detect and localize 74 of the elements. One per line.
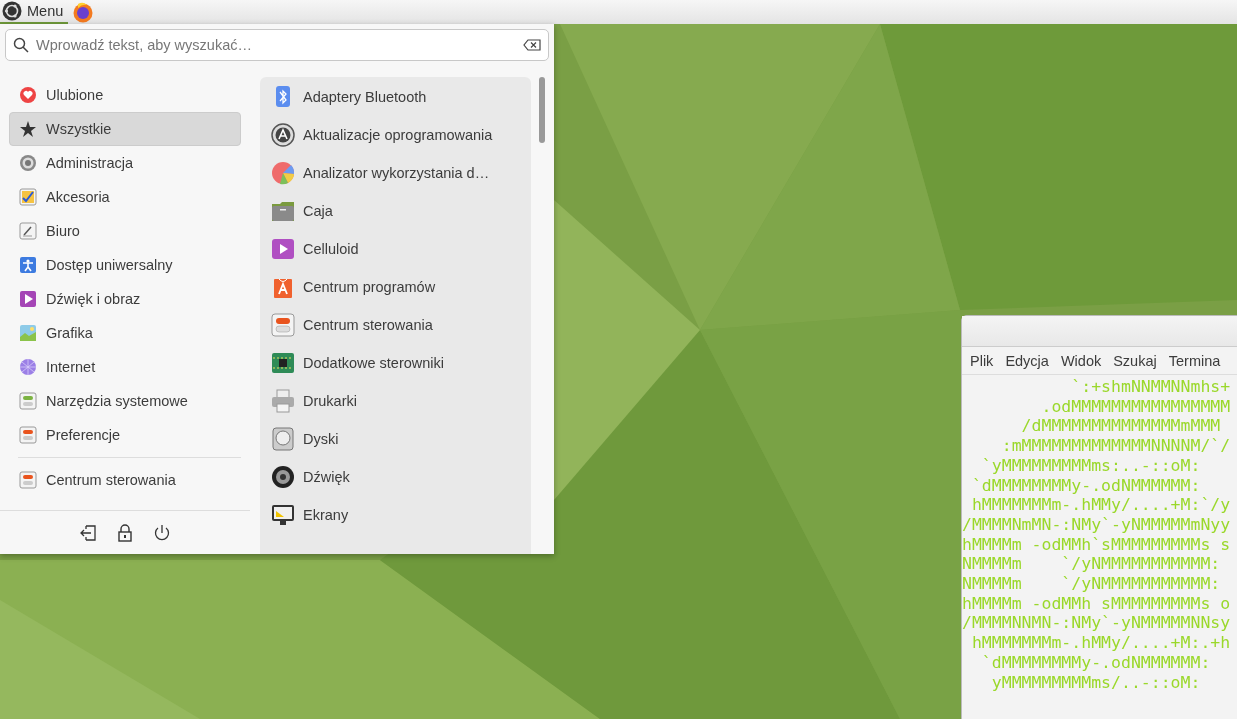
target-icon (19, 154, 37, 172)
search-field[interactable]: Wprowadź tekst, aby wyszukać… (5, 29, 549, 61)
toggle-switch-icon (19, 471, 37, 489)
application-item[interactable]: Celluloid (260, 230, 531, 268)
folder-icon (271, 199, 295, 223)
update-icon (271, 123, 295, 147)
terminal-line: yMMMMMMMMMms/..-::oM: (990, 672, 1202, 693)
chip-icon (271, 351, 295, 375)
application-item[interactable]: Caja (260, 192, 531, 230)
document-icon (19, 222, 37, 240)
pie-chart-icon (271, 161, 295, 185)
menu-item[interactable]: Termina (1162, 352, 1227, 369)
category-item[interactable]: Wszystkie (9, 112, 241, 146)
search-icon (13, 37, 29, 53)
browser-icon[interactable] (72, 1, 95, 23)
category-item[interactable]: Internet (9, 350, 241, 384)
application-item[interactable]: Ekrany (260, 496, 531, 534)
terminal-line: .odMMMMMMMMMMMMMMMM (1040, 396, 1232, 417)
image-icon (19, 324, 37, 342)
toggle-switch-icon (19, 392, 37, 410)
category-item[interactable]: Biuro (9, 214, 241, 248)
lock-icon[interactable] (117, 523, 133, 542)
application-item[interactable]: Centrum sterowania (260, 306, 531, 344)
accessibility-icon (19, 256, 37, 274)
play-icon (19, 290, 37, 308)
menu-item[interactable]: Edycja (999, 352, 1055, 369)
terminal-line: hMMMMm -odMMh sMMMMMMMMMs o (962, 593, 1232, 614)
terminal-line: `dMMMMMMMMy-.odNMMMMMM: (980, 652, 1212, 673)
application-item[interactable]: Drukarki (260, 382, 531, 420)
category-item[interactable]: Ulubione (9, 78, 241, 112)
terminal-line: :mMMMMMMMMMMMMMNNNNM/`/ (1000, 436, 1232, 456)
terminal-line: hMMMMm -odMMh`sMMMMMMMMMs s (962, 534, 1232, 555)
terminal-line: /MMMMNmMN-:NMy`-yNMMMMMmNyy (962, 514, 1232, 535)
terminal-line: /MMMMNNMN-:NMy`-yNMMMMMNNsy (962, 613, 1232, 634)
application-item[interactable]: Dodatkowe sterowniki (260, 344, 531, 382)
logo-icon (2, 1, 22, 21)
toggle-switch-icon (271, 313, 295, 337)
category-item[interactable]: Narzędzia systemowe (9, 384, 241, 418)
application-item[interactable]: Aktualizacje oprogramowania (260, 116, 531, 154)
printer-icon (271, 389, 295, 413)
pencil-check-icon (19, 188, 37, 206)
category-item[interactable]: Administracja (9, 146, 241, 180)
terminal-line: hMMMMMMMm-.hMMy/....+M:`/y (970, 495, 1232, 515)
star-icon (19, 120, 37, 138)
scrollbar-thumb[interactable] (539, 77, 545, 143)
menu-item[interactable]: Widok (1054, 352, 1108, 369)
toggle-switch-icon (19, 426, 37, 444)
speaker-icon (271, 465, 295, 489)
terminal-line: NMMMMm `/yNMMMMMMMMMMM: (962, 554, 1222, 575)
power-icon[interactable] (153, 523, 171, 542)
monitor-icon (271, 503, 295, 527)
logout-icon[interactable] (79, 523, 97, 542)
category-item[interactable]: Centrum sterowania (9, 463, 241, 497)
clear-icon[interactable] (523, 39, 541, 51)
category-item[interactable]: Dostęp uniwersalny (9, 248, 241, 282)
terminal-line: hMMMMMMMm-.hMMy/....+M:.+h (970, 633, 1232, 653)
category-item[interactable]: Preferencje (9, 418, 241, 452)
menu-item[interactable]: Plik (964, 352, 1000, 369)
terminal-line: /dMMMMMMMMMMMMMMmMMM (1020, 416, 1222, 437)
terminal-line: `yMMMMMMMMMms:..-::oM: (980, 455, 1202, 476)
globe-icon (19, 358, 37, 376)
category-item[interactable]: Grafika (9, 316, 241, 350)
application-item[interactable]: Dźwięk (260, 458, 531, 496)
terminal-line: `:+shmNNMMNNmhs+ (1070, 377, 1232, 397)
terminal-line: `dMMMMMMMMy-.odNMMMMMM: (970, 475, 1202, 496)
category-item[interactable]: Dźwięk i obraz (9, 282, 241, 316)
application-item[interactable]: Adaptery Bluetooth (260, 78, 531, 116)
category-item[interactable]: Akcesoria (9, 180, 241, 214)
application-item[interactable]: Dyski (260, 420, 531, 458)
terminal-line: NMMMMm `/yNMMMMMMMMMMM: (962, 574, 1222, 594)
play-icon (271, 237, 295, 261)
application-item[interactable]: Analizator wykorzystania d… (260, 154, 531, 192)
menu-item[interactable]: Szukaj (1107, 352, 1163, 369)
application-item[interactable]: Centrum programów (260, 268, 531, 306)
